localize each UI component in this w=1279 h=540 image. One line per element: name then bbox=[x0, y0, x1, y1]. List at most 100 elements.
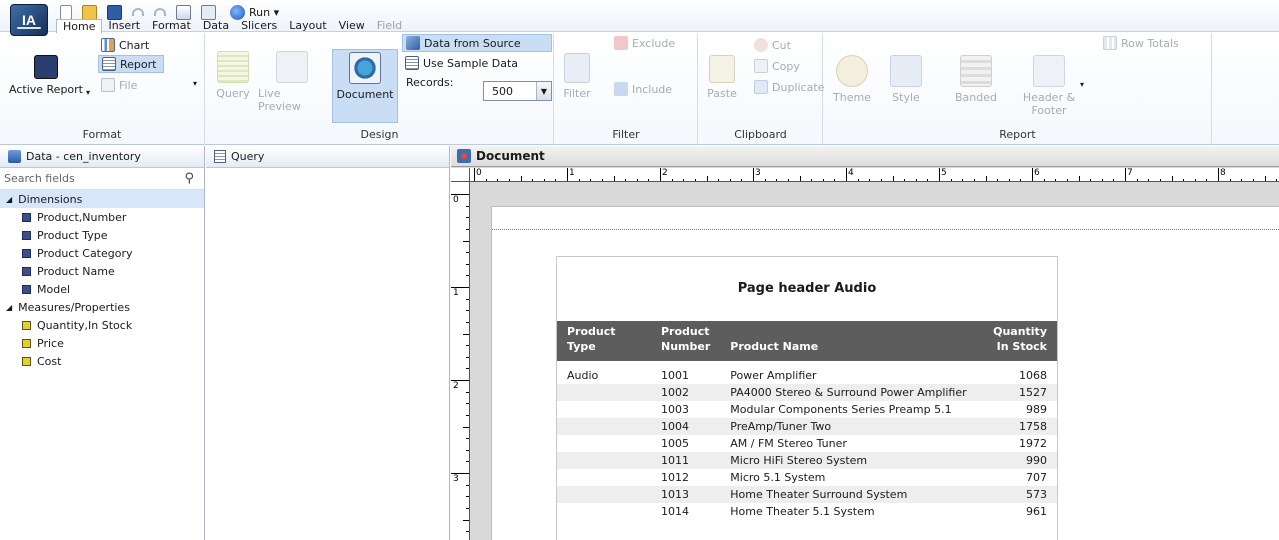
copy-icon bbox=[754, 59, 768, 73]
header-footer-dropdown-icon[interactable]: ▾ bbox=[1080, 80, 1084, 89]
column-label: Number bbox=[661, 340, 711, 353]
report-component[interactable]: Page header Audio Product Type Product Nu… bbox=[556, 256, 1058, 540]
ruler-tick bbox=[648, 179, 650, 181]
active-report-button[interactable]: Active Report bbox=[6, 55, 86, 96]
search-icon[interactable]: ⚲ bbox=[184, 171, 194, 186]
horizontal-ruler[interactable]: 0 1 2 3 4 5 6 7 8 bbox=[470, 168, 1279, 182]
table-row[interactable]: 1012 Micro 5.1 System 707 bbox=[557, 469, 1057, 486]
field-product-name[interactable]: Product Name bbox=[0, 262, 204, 280]
header-footer-button[interactable]: Header & Footer bbox=[1022, 55, 1076, 117]
copy-button[interactable]: Copy bbox=[751, 57, 803, 75]
ruler-tick bbox=[520, 176, 522, 181]
ruler-tick-label: 1 bbox=[569, 168, 575, 178]
filter-button[interactable]: Filter bbox=[559, 53, 595, 100]
table-row[interactable]: 1005 AM / FM Stereo Tuner 1972 bbox=[557, 435, 1057, 452]
collapse-icon[interactable]: ◢ bbox=[6, 303, 12, 312]
tab-view[interactable]: View bbox=[333, 19, 371, 33]
header-footer-label-2: Footer bbox=[1031, 104, 1067, 117]
search-fields-input[interactable]: Search fields ⚲ bbox=[0, 168, 204, 190]
cell-quantity: 1758 bbox=[977, 418, 1057, 435]
column-header-product-name[interactable]: Product Name bbox=[720, 321, 977, 361]
data-from-source-button[interactable]: Data from Source bbox=[402, 34, 552, 52]
ruler-tick bbox=[1148, 179, 1150, 181]
records-dropdown-icon[interactable]: ▼ bbox=[536, 82, 551, 100]
field-cost[interactable]: Cost bbox=[0, 352, 204, 370]
field-label: Model bbox=[37, 282, 71, 296]
records-select[interactable]: 500 ▼ bbox=[483, 81, 552, 101]
row-totals-button[interactable]: Row Totals bbox=[1100, 34, 1182, 52]
ruler-tick bbox=[1218, 168, 1219, 181]
table-row[interactable]: Audio 1001 Power Amplifier 1068 bbox=[557, 361, 1057, 384]
tree-dimensions[interactable]: ◢ Dimensions bbox=[0, 190, 204, 208]
ruler-tick bbox=[590, 179, 592, 181]
undo-icon[interactable] bbox=[132, 8, 144, 16]
column-header-product-number[interactable]: Product Number bbox=[651, 321, 721, 361]
include-button[interactable]: Include bbox=[611, 80, 675, 98]
table-row[interactable]: 1002 PA4000 Stereo & Surround Power Ampli… bbox=[557, 384, 1057, 401]
preview-icon[interactable] bbox=[176, 4, 191, 20]
tab-layout[interactable]: Layout bbox=[283, 19, 332, 33]
ruler-tick bbox=[718, 179, 720, 181]
app-logo[interactable]: IA bbox=[10, 4, 48, 36]
cell-product-number: 1005 bbox=[661, 437, 689, 450]
banded-button[interactable]: Banded bbox=[952, 55, 1000, 104]
active-report-dropdown-icon[interactable]: ▾ bbox=[86, 88, 90, 97]
page-header-title[interactable]: Page header Audio bbox=[557, 281, 1057, 296]
tab-slicers[interactable]: Slicers bbox=[235, 19, 283, 33]
table-row[interactable]: 1014 Home Theater 5.1 System 961 bbox=[557, 503, 1057, 520]
live-preview-button[interactable]: Live Preview bbox=[258, 51, 326, 113]
field-model[interactable]: Model bbox=[0, 280, 204, 298]
query-button[interactable]: Query bbox=[212, 51, 254, 100]
table-row[interactable]: 1003 Modular Components Series Preamp 5.1… bbox=[557, 401, 1057, 418]
paste-button[interactable]: Paste bbox=[707, 55, 737, 100]
cut-button[interactable]: Cut bbox=[751, 36, 794, 54]
cell-product-number: 1014 bbox=[661, 505, 689, 518]
ruler-tick bbox=[846, 168, 847, 181]
chart-button[interactable]: Chart bbox=[98, 36, 152, 54]
properties-icon[interactable] bbox=[201, 4, 216, 20]
tab-home[interactable]: Home bbox=[56, 19, 103, 33]
document-button[interactable]: Document bbox=[332, 49, 398, 123]
open-folder-icon[interactable] bbox=[82, 4, 97, 20]
table-row[interactable]: 1013 Home Theater Surround System 573 bbox=[557, 486, 1057, 503]
tab-insert[interactable]: Insert bbox=[102, 19, 146, 33]
vertical-ruler[interactable]: 0 1 2 3 bbox=[451, 182, 470, 540]
ruler-tick bbox=[466, 368, 469, 370]
redo-icon[interactable] bbox=[154, 8, 166, 16]
ruler-tick bbox=[466, 496, 469, 498]
tab-format[interactable]: Format bbox=[146, 19, 197, 33]
table-row[interactable]: 1004 PreAmp/Tuner Two 1758 bbox=[557, 418, 1057, 435]
field-product-category[interactable]: Product Category bbox=[0, 244, 204, 262]
tab-data[interactable]: Data bbox=[197, 19, 235, 33]
style-button[interactable]: Style bbox=[886, 55, 926, 104]
duplicate-button[interactable]: Duplicate bbox=[751, 78, 827, 96]
dimension-icon bbox=[22, 212, 31, 222]
field-quantity-in-stock[interactable]: Quantity,In Stock bbox=[0, 316, 204, 334]
file-button[interactable]: File bbox=[98, 76, 140, 94]
ruler-tick bbox=[822, 179, 824, 181]
ruler-tick bbox=[613, 176, 615, 181]
header-footer-icon bbox=[1033, 55, 1065, 87]
tab-field[interactable]: Field bbox=[371, 19, 408, 33]
field-product-type[interactable]: Product Type bbox=[0, 226, 204, 244]
field-price[interactable]: Price bbox=[0, 334, 204, 352]
field-product-number[interactable]: Product,Number bbox=[0, 208, 204, 226]
tree-measures[interactable]: ◢ Measures/Properties bbox=[0, 298, 204, 316]
new-document-icon[interactable] bbox=[60, 4, 72, 20]
run-menu[interactable]: Run ▾ bbox=[249, 6, 279, 19]
ruler-tick bbox=[636, 179, 638, 181]
collapse-icon[interactable]: ◢ bbox=[6, 195, 12, 204]
table-row[interactable]: 1011 Micro HiFi Stereo System 990 bbox=[557, 452, 1057, 469]
column-header-product-type[interactable]: Product Type bbox=[557, 321, 651, 361]
save-icon[interactable] bbox=[107, 4, 122, 20]
report-button[interactable]: Report bbox=[98, 55, 164, 73]
file-dropdown-icon[interactable]: ▾ bbox=[193, 79, 197, 88]
use-sample-data-button[interactable]: Use Sample Data bbox=[402, 54, 521, 72]
report-page[interactable]: Page header Audio Product Type Product Nu… bbox=[491, 206, 1279, 540]
theme-button[interactable]: Theme bbox=[830, 55, 874, 104]
exclude-button[interactable]: Exclude bbox=[611, 34, 678, 52]
report-table[interactable]: Product Type Product Number Product Name … bbox=[557, 321, 1057, 520]
cut-label: Cut bbox=[772, 38, 791, 52]
column-header-quantity[interactable]: Quantity In Stock bbox=[977, 321, 1057, 361]
ruler-tick bbox=[466, 461, 469, 463]
